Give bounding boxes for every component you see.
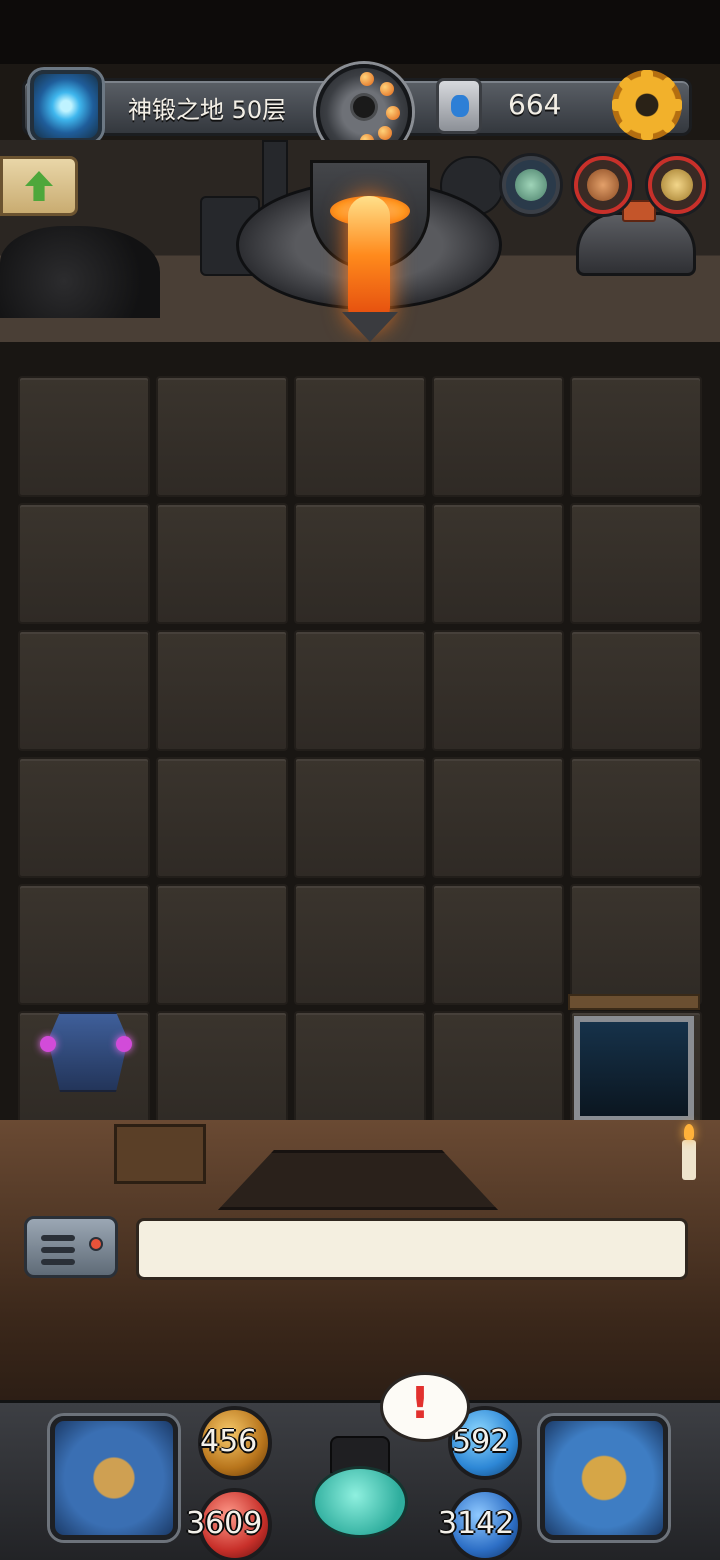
currency-value: 664 (508, 88, 562, 121)
alert-icon: ! (410, 1378, 431, 1429)
stairs-plank (568, 994, 700, 1010)
message-bar[interactable] (136, 1218, 688, 1280)
merchant-npc[interactable] (298, 1428, 422, 1560)
message-line (41, 1235, 75, 1241)
armor-body (48, 1012, 128, 1092)
board-tile[interactable] (18, 884, 150, 1005)
hero-portrait-2[interactable] (574, 156, 632, 214)
board-tile[interactable] (570, 503, 702, 624)
armor-gem-icon (116, 1036, 132, 1052)
board-tile[interactable] (18, 630, 150, 751)
coal-pile (0, 226, 160, 318)
mp-value: 3142 (438, 1506, 515, 1541)
board-tile[interactable] (156, 630, 288, 751)
stairs-exit-icon[interactable] (568, 994, 700, 1126)
board-tile[interactable] (570, 884, 702, 1005)
board-tile[interactable] (570, 757, 702, 878)
merchant-face (312, 1466, 408, 1538)
board-tile[interactable] (156, 1011, 288, 1132)
board-tile[interactable] (432, 1011, 564, 1132)
board-tile[interactable] (156, 503, 288, 624)
board-tile[interactable] (432, 884, 564, 1005)
board-tile[interactable] (432, 630, 564, 751)
gem-icon (386, 106, 400, 120)
board-tile[interactable] (294, 884, 426, 1005)
board-tile[interactable] (294, 503, 426, 624)
hp-value: 3609 (186, 1506, 263, 1541)
board-tile[interactable] (570, 630, 702, 751)
compass-bag-button[interactable] (50, 1416, 178, 1540)
message-line (41, 1247, 75, 1253)
defense-value: 592 (452, 1424, 510, 1459)
up-arrow-icon[interactable] (0, 156, 78, 216)
board-tile[interactable] (156, 376, 288, 497)
board-tile[interactable] (294, 630, 426, 751)
hero-face-icon (515, 169, 547, 201)
board-tile[interactable] (432, 503, 564, 624)
hero-face-icon (587, 169, 619, 201)
status-strip (0, 0, 720, 64)
board-tile[interactable] (18, 503, 150, 624)
board-tile[interactable] (294, 376, 426, 497)
gem-icon (360, 72, 374, 86)
hero-face-icon (661, 169, 693, 201)
board-tile[interactable] (432, 376, 564, 497)
message-dot-icon (89, 1237, 103, 1251)
armor-icon[interactable] (30, 1004, 144, 1100)
hero-portrait-3[interactable] (648, 156, 706, 214)
candle-icon (682, 1124, 696, 1180)
crate (114, 1124, 206, 1184)
gear-icon[interactable] (612, 70, 682, 140)
board-tile[interactable] (570, 376, 702, 497)
portal-icon[interactable] (30, 70, 102, 142)
message-line (41, 1259, 75, 1265)
rune-stone-icon (436, 78, 482, 134)
board-tile[interactable] (156, 884, 288, 1005)
stairs-doorway (574, 1016, 694, 1122)
gem-icon (378, 126, 392, 140)
board-tile[interactable] (156, 757, 288, 878)
board-tile[interactable] (432, 757, 564, 878)
hammer-icon (622, 200, 656, 222)
message-log-icon[interactable] (24, 1216, 118, 1278)
board-tile[interactable] (294, 1011, 426, 1132)
board-tile[interactable] (18, 376, 150, 497)
board-tile[interactable] (294, 757, 426, 878)
armor-gem-icon (40, 1036, 56, 1052)
attack-value: 456 (200, 1424, 258, 1459)
floor-label: 神锻之地 50层 (128, 96, 287, 124)
bomb-icon (353, 96, 375, 118)
board-tile[interactable] (18, 757, 150, 878)
gem-icon (380, 82, 394, 96)
lava-stream (348, 196, 390, 328)
spellbook-button[interactable] (540, 1416, 668, 1540)
hero-portrait-1[interactable] (502, 156, 560, 214)
